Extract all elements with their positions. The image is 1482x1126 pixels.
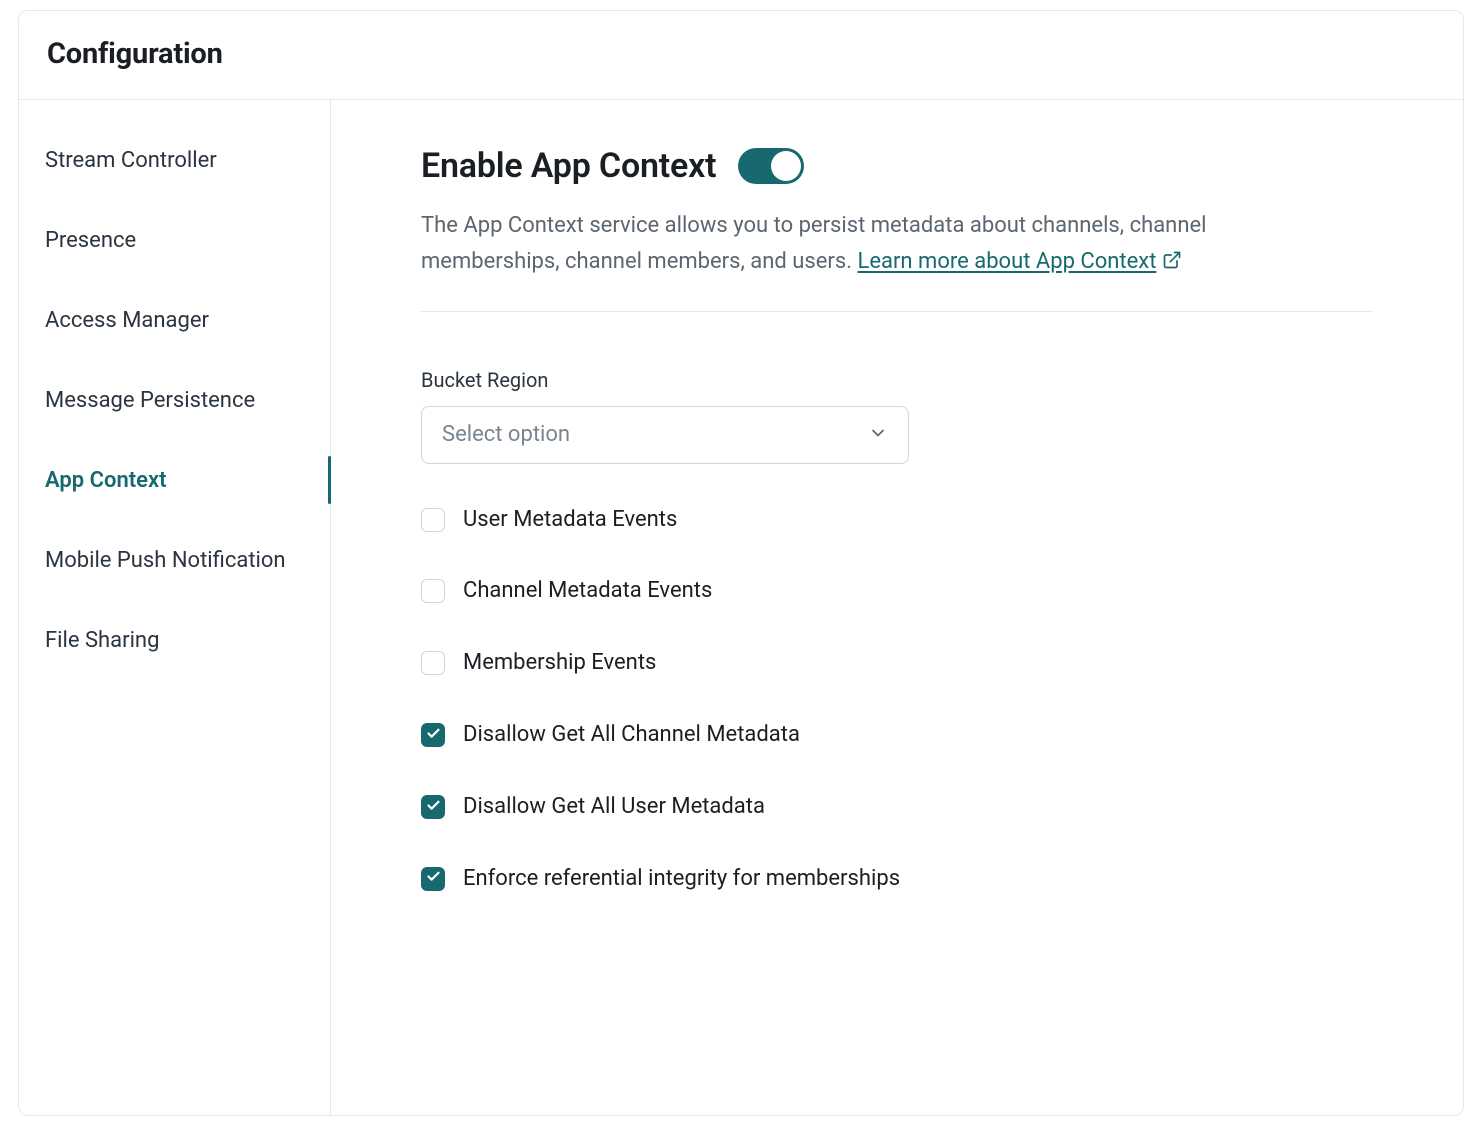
checkbox[interactable] <box>421 723 445 747</box>
check-icon <box>426 869 441 888</box>
sidebar-item-access-manager[interactable]: Access Manager <box>19 280 330 360</box>
sidebar-item-label: Access Manager <box>45 308 209 333</box>
sidebar: Stream Controller Presence Access Manager M… <box>19 100 331 1115</box>
sidebar-item-mobile-push-notification[interactable]: Mobile Push Notification <box>19 520 330 600</box>
sidebar-item-presence[interactable]: Presence <box>19 200 330 280</box>
chevron-down-icon <box>868 423 888 447</box>
sidebar-item-label: App Context <box>45 468 167 493</box>
checkbox[interactable] <box>421 867 445 891</box>
sidebar-item-file-sharing[interactable]: File Sharing <box>19 600 330 680</box>
divider <box>421 311 1373 312</box>
configuration-card: Configuration Stream Controller Presence A… <box>18 10 1464 1116</box>
option-row[interactable]: Channel Metadata Events <box>421 575 921 607</box>
sidebar-item-label: Stream Controller <box>45 148 217 173</box>
option-row[interactable]: Disallow Get All User Metadata <box>421 791 921 823</box>
select-placeholder: Select option <box>442 422 570 447</box>
checkbox[interactable] <box>421 795 445 819</box>
checkbox[interactable] <box>421 651 445 675</box>
sidebar-item-label: Presence <box>45 228 136 253</box>
option-label: Enforce referential integrity for member… <box>463 863 900 895</box>
external-link-icon <box>1162 246 1182 282</box>
sidebar-item-label: Message Persistence <box>45 388 255 413</box>
bucket-region-select[interactable]: Select option <box>421 406 909 464</box>
page-title: Configuration <box>47 37 1435 71</box>
enable-row: Enable App Context <box>421 146 1373 186</box>
sidebar-item-label: Mobile Push Notification <box>45 548 286 573</box>
option-row[interactable]: Membership Events <box>421 647 921 679</box>
option-label: Membership Events <box>463 647 656 679</box>
checkbox[interactable] <box>421 508 445 532</box>
sidebar-item-app-context[interactable]: App Context <box>19 440 330 520</box>
card-body: Stream Controller Presence Access Manager M… <box>19 100 1463 1115</box>
option-row[interactable]: Enforce referential integrity for member… <box>421 863 921 895</box>
learn-more-text: Learn more about App Context <box>857 249 1156 274</box>
check-icon <box>426 798 441 817</box>
option-label: User Metadata Events <box>463 504 677 536</box>
learn-more-link[interactable]: Learn more about App Context <box>857 249 1182 274</box>
enable-app-context-toggle[interactable] <box>738 148 804 184</box>
sidebar-item-stream-controller[interactable]: Stream Controller <box>19 120 330 200</box>
checkbox[interactable] <box>421 579 445 603</box>
toggle-knob <box>771 151 801 181</box>
option-label: Channel Metadata Events <box>463 575 712 607</box>
bucket-region-label: Bucket Region <box>421 368 1373 392</box>
option-label: Disallow Get All User Metadata <box>463 791 765 823</box>
check-icon <box>426 726 441 745</box>
sidebar-item-message-persistence[interactable]: Message Persistence <box>19 360 330 440</box>
options-list: User Metadata Events Channel Metadata Eve… <box>421 504 921 895</box>
section-description: The App Context service allows you to pe… <box>421 208 1321 283</box>
option-row[interactable]: Disallow Get All Channel Metadata <box>421 719 921 751</box>
sidebar-item-label: File Sharing <box>45 628 159 653</box>
section-title: Enable App Context <box>421 146 716 186</box>
content: Enable App Context The App Context servi… <box>331 100 1463 1115</box>
option-label: Disallow Get All Channel Metadata <box>463 719 800 751</box>
card-header: Configuration <box>19 11 1463 100</box>
option-row[interactable]: User Metadata Events <box>421 504 921 536</box>
